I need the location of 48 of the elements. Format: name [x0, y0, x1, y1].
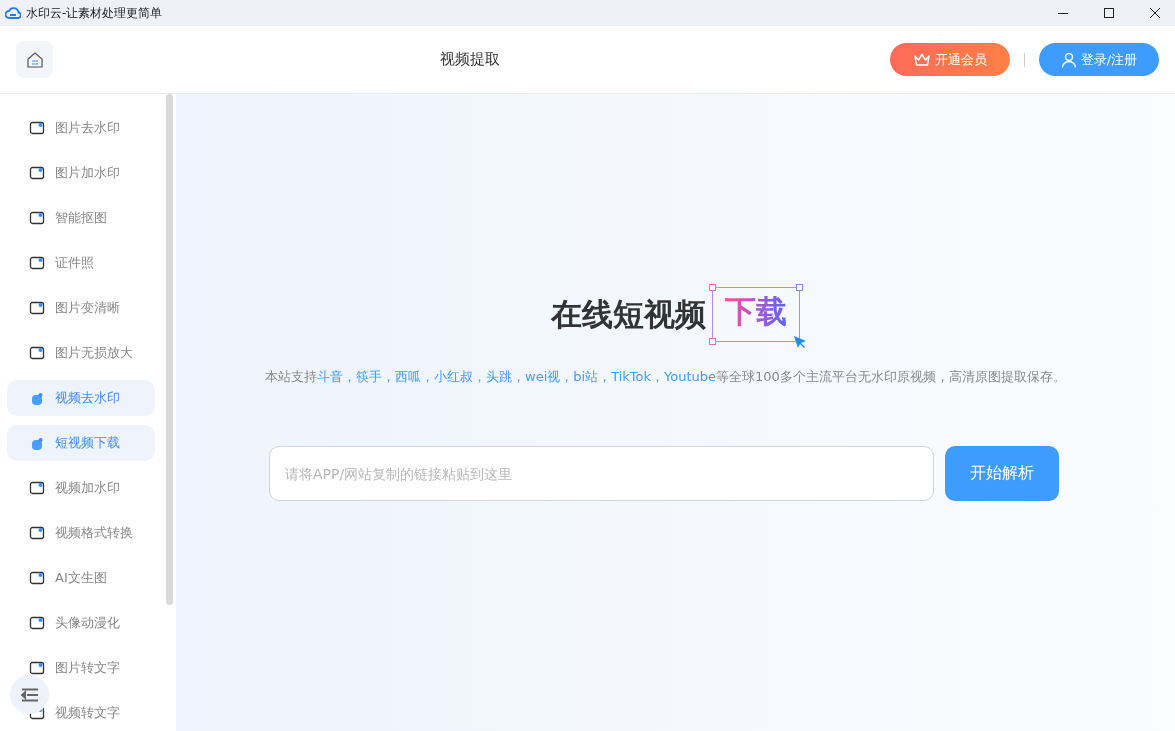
sidebar-item[interactable]: 图片转文字	[7, 650, 155, 686]
tile-icon	[29, 300, 45, 316]
hero-title: 在线短视频	[551, 294, 706, 334]
sidebar-item[interactable]: 视频去水印	[7, 380, 155, 416]
tile-icon	[29, 210, 45, 226]
tile-icon	[29, 570, 45, 586]
tile-icon	[29, 345, 45, 361]
page-title: 视频提取	[440, 50, 500, 69]
user-icon	[1060, 51, 1077, 68]
tile-icon	[29, 615, 45, 631]
parse-button[interactable]: 开始解析	[945, 446, 1059, 501]
selection-handle	[796, 284, 803, 291]
close-icon[interactable]	[1149, 7, 1161, 19]
vip-button[interactable]: 开通会员	[890, 43, 1010, 76]
menu-icon	[20, 687, 39, 702]
tile-icon	[29, 525, 45, 541]
sidebar-item[interactable]: AI文生图	[7, 560, 155, 596]
sidebar-item[interactable]: 图片变清晰	[7, 290, 155, 326]
tile-icon	[29, 660, 45, 676]
tile-icon	[29, 120, 45, 136]
tile-icon	[29, 165, 45, 181]
description-text: 本站支持斗音，筷手，西呱，小红叔，头跳，wei视，bi站，TikTok，Youtube等全球100多个主流平台无水印原视频，高清原图提取保存。	[265, 368, 1066, 386]
sidebar-item[interactable]: 视频加水印	[7, 470, 155, 506]
sidebar-item[interactable]: 头像动漫化	[7, 605, 155, 641]
sidebar-item[interactable]: 视频格式转换	[7, 515, 155, 551]
home-icon	[25, 50, 44, 69]
crown-icon	[913, 51, 931, 68]
selection-handle	[709, 284, 716, 291]
collapse-menu-button[interactable]	[10, 675, 49, 714]
cursor-icon	[793, 335, 807, 349]
hero-highlight-text: 下载	[725, 293, 787, 329]
home-button[interactable]	[16, 41, 53, 78]
blob-icon	[29, 390, 45, 406]
sidebar-item[interactable]: 图片去水印	[7, 110, 155, 146]
login-button[interactable]: 登录/注册	[1039, 43, 1159, 76]
selection-handle	[709, 338, 716, 345]
sidebar-item[interactable]: 图片无损放大	[7, 335, 155, 371]
blob-icon	[29, 435, 45, 451]
tile-icon	[29, 255, 45, 271]
link-input-field[interactable]: 请将APP/网站复制的链接粘贴到这里	[269, 446, 934, 501]
sidebar-item[interactable]: 短视频下载	[7, 425, 155, 461]
sidebar-item[interactable]: 图片加水印	[7, 155, 155, 191]
sidebar-item[interactable]: 智能抠图	[7, 200, 155, 236]
tile-icon	[29, 480, 45, 496]
window-title: 水印云-让素材处理更简单	[26, 4, 163, 22]
cloud-logo-icon	[5, 6, 21, 20]
maximize-icon[interactable]	[1103, 7, 1115, 19]
sidebar-item[interactable]: 证件照	[7, 245, 155, 281]
